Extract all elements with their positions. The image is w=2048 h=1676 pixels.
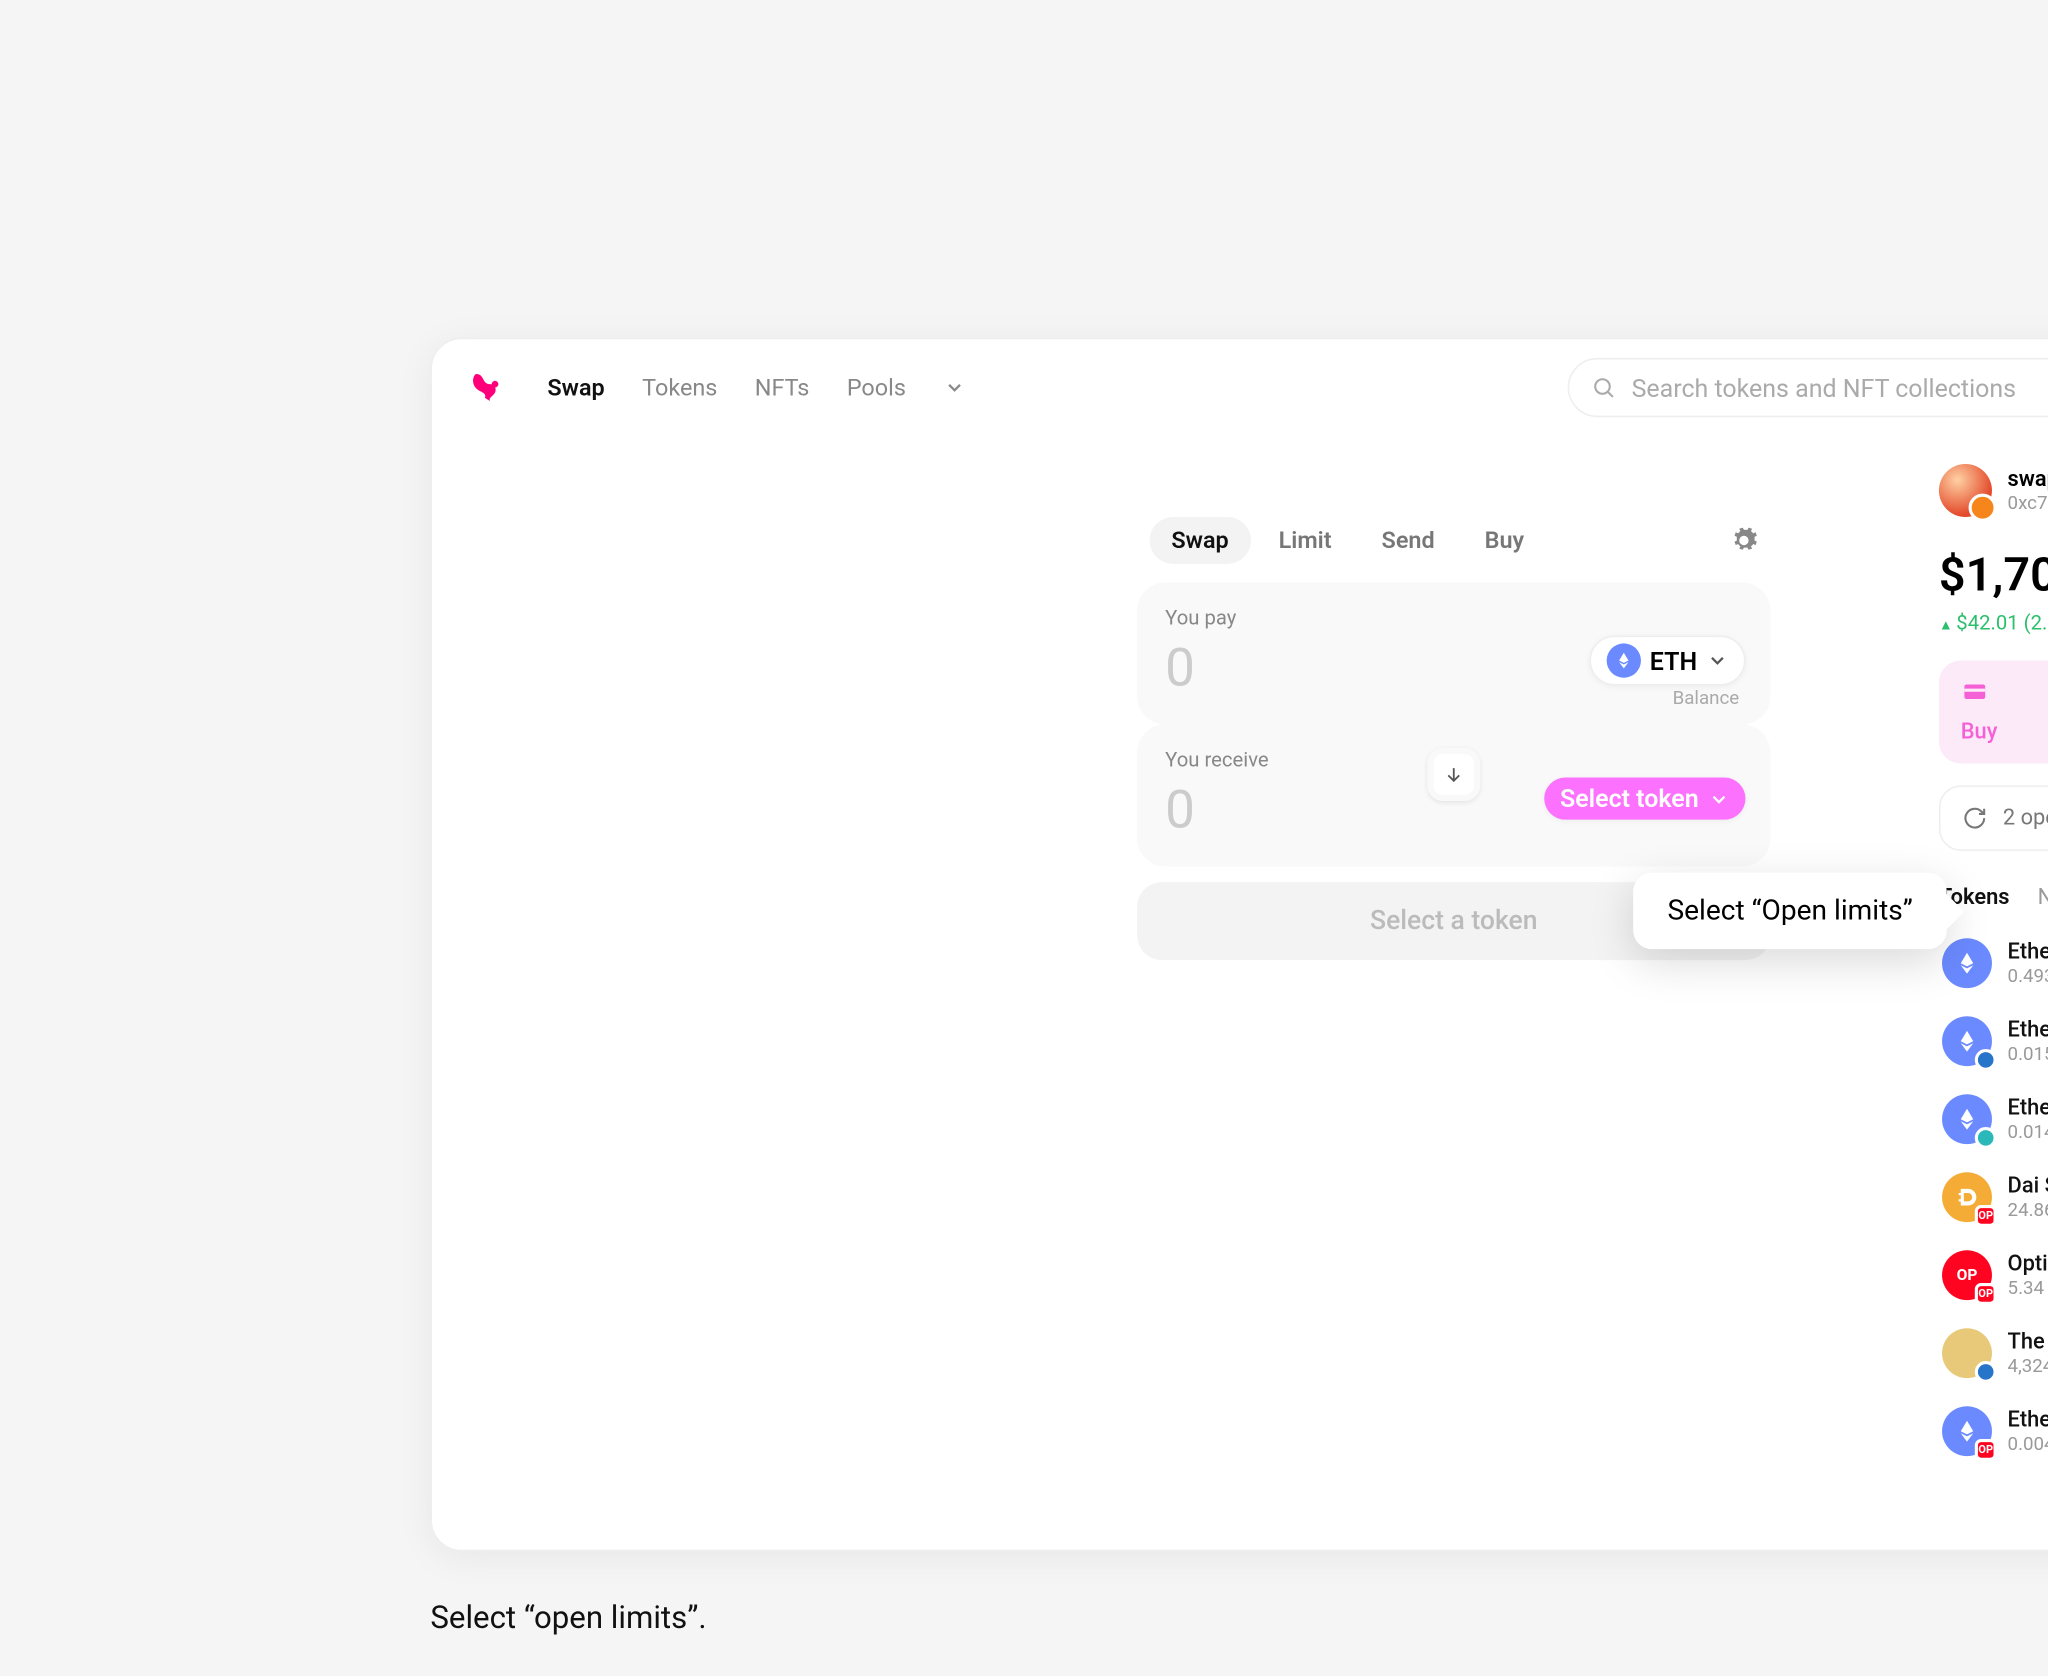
account-delta: $42.01 (2.52%) <box>1939 612 2048 635</box>
open-limits-row[interactable]: 2 open limits <box>1939 785 2048 851</box>
buy-action-button[interactable]: Buy <box>1939 661 2048 764</box>
chevron-down-icon <box>1708 788 1730 810</box>
topbar: Swap Tokens NFTs Pools Search tokens and… <box>432 339 2048 436</box>
nav-tokens[interactable]: Tokens <box>642 374 717 402</box>
token-row[interactable]: OPDai Stablecoin24.86 DAI$24.860.10% <box>1939 1160 2048 1235</box>
nav-swap[interactable]: Swap <box>547 374 604 402</box>
swap-tab-row: Swap Limit Send Buy <box>1137 517 1770 564</box>
open-limits-label: 2 open limits <box>2003 806 2048 831</box>
token-name: Ether <box>2008 1018 2048 1043</box>
search-input[interactable]: Search tokens and NFT collections / <box>1568 358 2048 417</box>
chevron-down-icon[interactable] <box>943 377 965 399</box>
token-name: The Doge NFT <box>2008 1330 2048 1355</box>
nav-links: Swap Tokens NFTs Pools <box>547 374 965 402</box>
token-icon: OP <box>1942 1406 1992 1456</box>
tab-swap[interactable]: Swap <box>1150 517 1251 564</box>
nav-pools[interactable]: Pools <box>847 374 906 402</box>
token-name: Ether <box>2008 1408 2048 1433</box>
token-sub: 0.015 ETH <box>2008 1043 2048 1065</box>
side-tab-nfts[interactable]: NFTs <box>2038 885 2048 910</box>
token-row[interactable]: Ether0.014 ETH$40.432.64% <box>1939 1082 2048 1157</box>
token-name: Optimism <box>2008 1252 2048 1277</box>
token-icon <box>1942 1016 1992 1066</box>
token-row[interactable]: Ether0.015 ETH$45.192.64% <box>1939 1004 2048 1079</box>
token-row[interactable]: OPEther0.004 ETH$13.332.64% <box>1939 1394 2048 1469</box>
eth-token-icon <box>1606 643 1640 677</box>
tab-limit[interactable]: Limit <box>1257 517 1354 564</box>
account-balance: $1,706.40 <box>1939 548 2048 603</box>
avatar[interactable] <box>1939 464 1992 517</box>
balance-label: Balance <box>1673 687 1740 709</box>
token-sub: 0.004 ETH <box>2008 1433 2048 1455</box>
select-token-label: Select token <box>1560 784 1699 814</box>
token-row[interactable]: OPOPOptimism5.34 OP$19.611.15% <box>1939 1238 2048 1313</box>
tab-send[interactable]: Send <box>1360 517 1457 564</box>
pay-label: You pay <box>1165 608 1742 631</box>
receive-token-selector[interactable]: Select token <box>1544 778 1745 820</box>
account-name: swappy <box>2008 467 2048 492</box>
nav-nfts[interactable]: NFTs <box>755 374 810 402</box>
buy-label: Buy <box>1961 720 2048 745</box>
token-sub: 0.493 ETH <box>2008 965 2048 987</box>
token-icon <box>1942 1328 1992 1378</box>
uniswap-logo-icon <box>466 367 507 408</box>
token-row[interactable]: The Doge NFT4,324.62 DOG$13.440.70% <box>1939 1316 2048 1391</box>
token-sub: 0.014 ETH <box>2008 1121 2048 1143</box>
account-panel: swappy U 0xc7C6...5BD8 $1,706.40 $42.01 … <box>1939 464 2048 1469</box>
credit-card-icon <box>1961 679 1989 704</box>
caption-text: Select “open limits”. <box>430 1598 706 1635</box>
token-icon: OP <box>1942 1172 1992 1222</box>
token-icon <box>1942 1094 1992 1144</box>
token-name: Ether <box>2008 1096 2048 1121</box>
pay-token-symbol: ETH <box>1650 646 1697 676</box>
refresh-icon <box>1962 806 1987 831</box>
search-icon <box>1591 375 1616 400</box>
token-row[interactable]: Ether0.493 ETH$1,474.662.64% <box>1939 926 2048 1001</box>
token-name: Ether <box>2008 940 2048 965</box>
search-placeholder: Search tokens and NFT collections <box>1632 373 2016 403</box>
account-address[interactable]: 0xc7C6...5BD8 <box>2008 492 2048 514</box>
pay-token-selector[interactable]: ETH <box>1589 636 1746 686</box>
token-list: Ether0.493 ETH$1,474.662.64%Ether0.015 E… <box>1939 926 2048 1469</box>
app-window: Swap Tokens NFTs Pools Search tokens and… <box>430 338 2048 1552</box>
token-icon <box>1942 938 1992 988</box>
chevron-down-icon <box>1706 650 1728 672</box>
token-sub: 5.34 OP <box>2008 1277 2048 1299</box>
pay-panel: You pay 0 ETH Balance <box>1137 583 1770 725</box>
token-sub: 4,324.62 DOG <box>2008 1355 2048 1377</box>
swap-direction-button[interactable] <box>1427 748 1480 801</box>
tab-buy[interactable]: Buy <box>1463 517 1546 564</box>
token-sub: 24.86 DAI <box>2008 1199 2048 1221</box>
tooltip: Select “Open limits” <box>1633 873 1947 949</box>
token-icon: OPOP <box>1942 1250 1992 1300</box>
gear-icon[interactable] <box>1730 526 1758 554</box>
token-name: Dai Stablecoin <box>2008 1174 2048 1199</box>
